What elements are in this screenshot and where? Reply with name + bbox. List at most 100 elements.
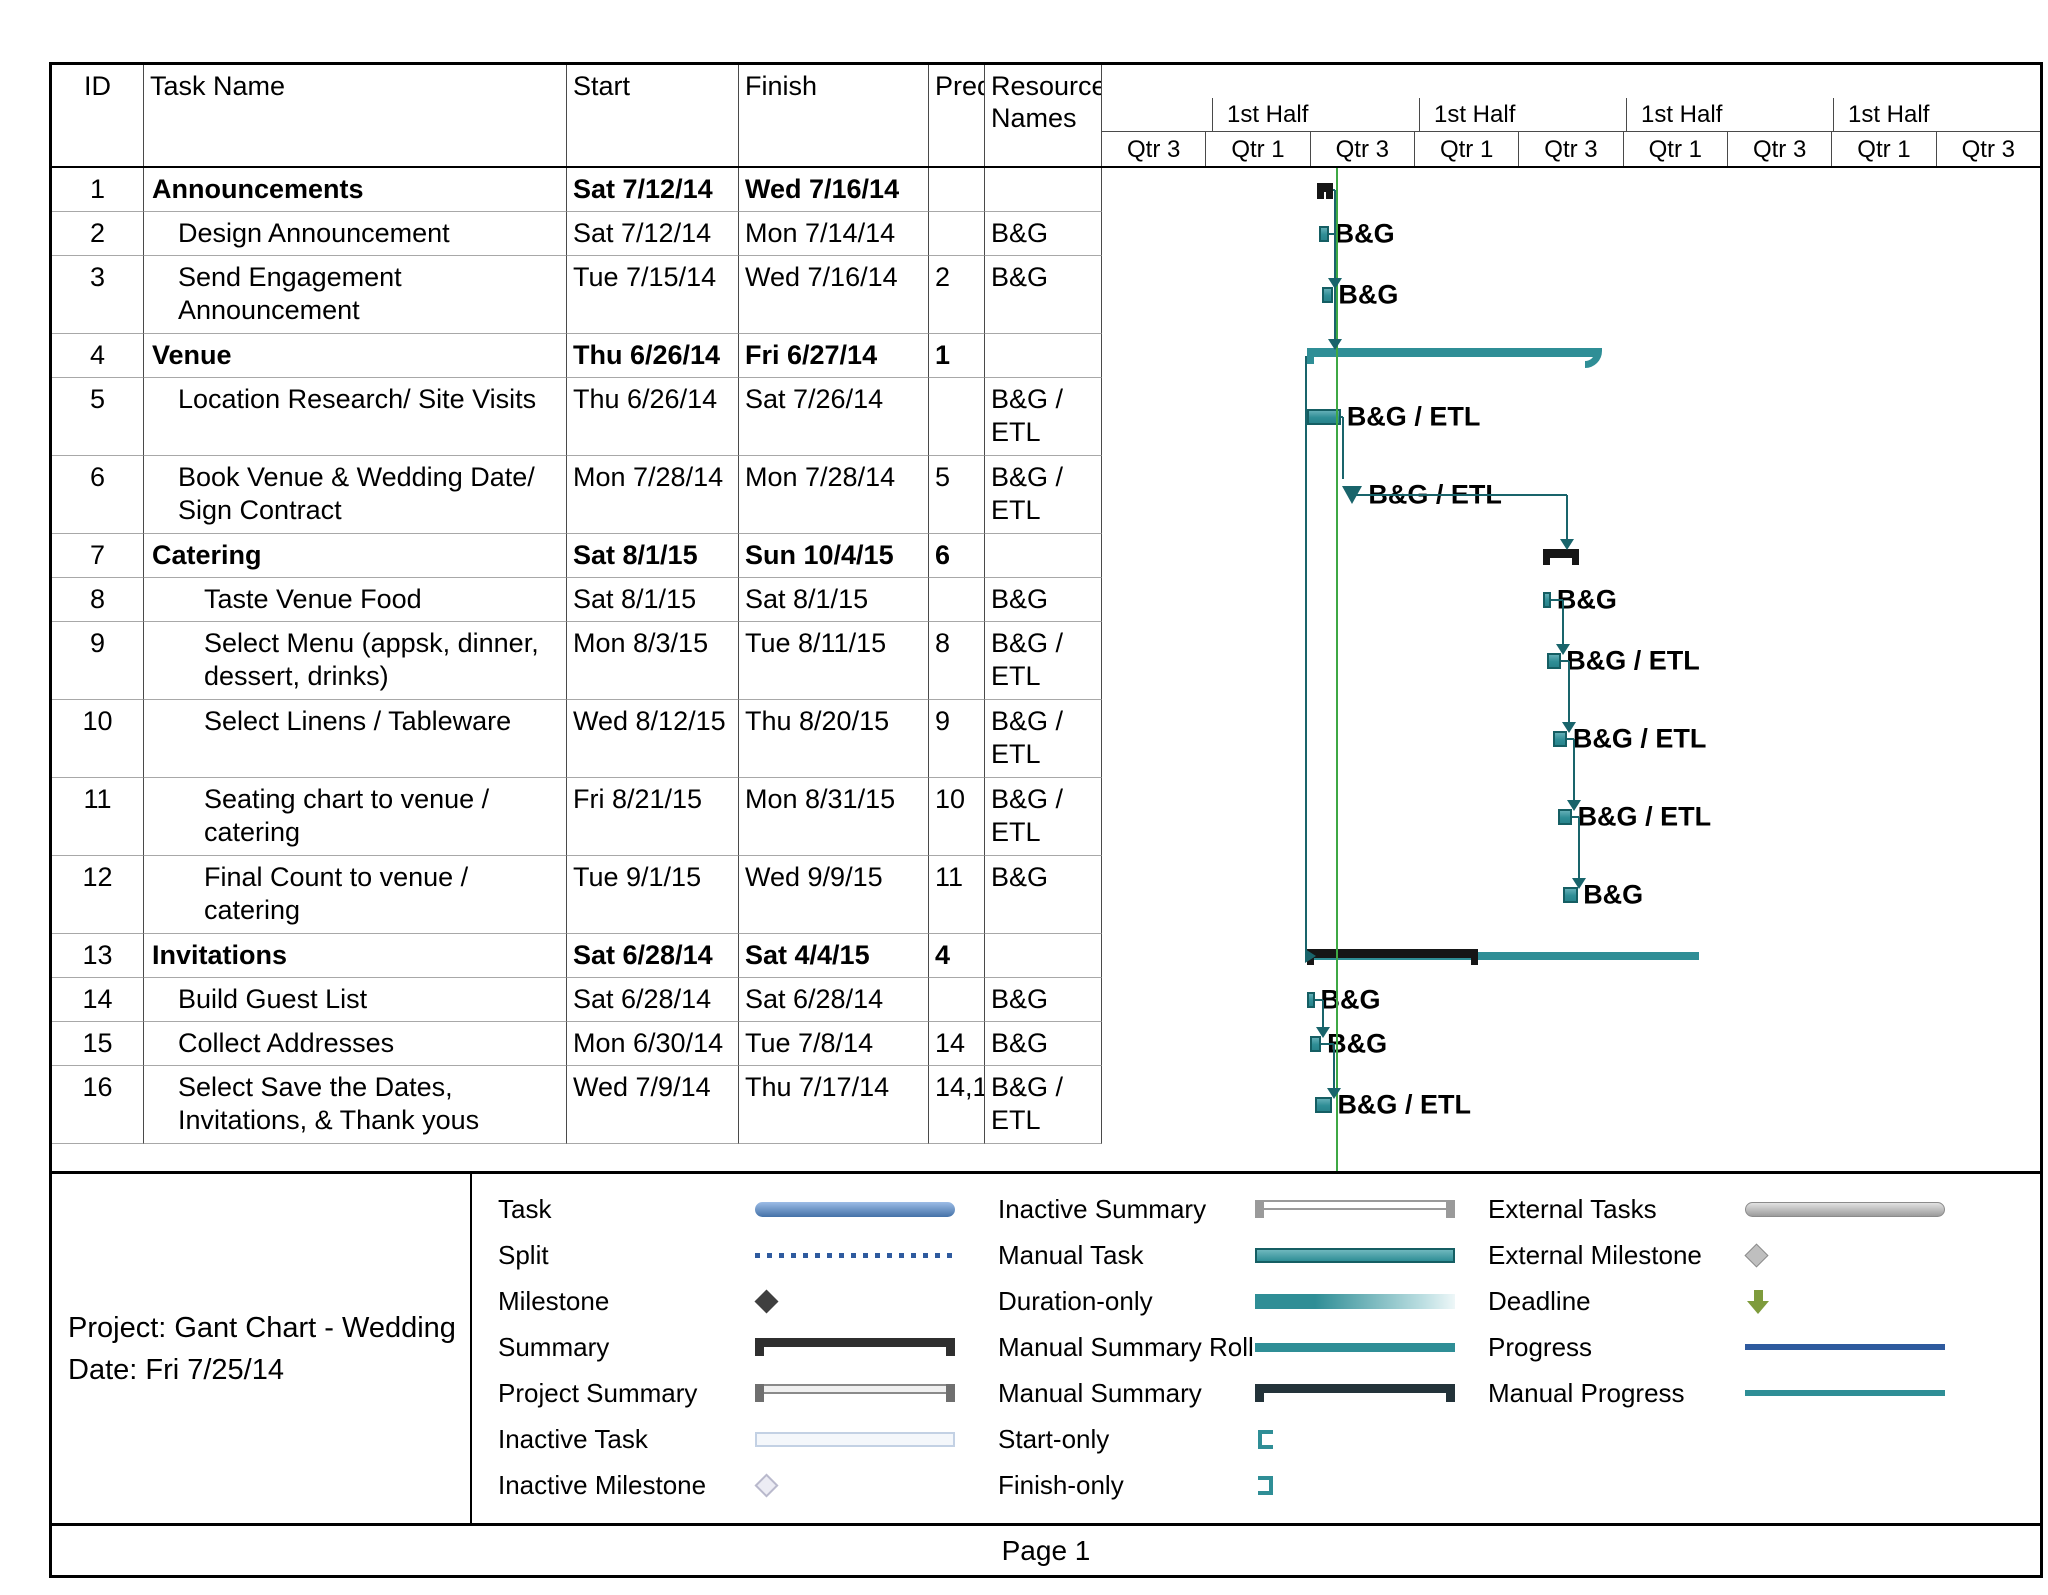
task-start: Mon 6/30/14 — [567, 1022, 739, 1066]
task-row: 3 Send Engagement Announcement Tue 7/15/14… — [52, 256, 2040, 334]
legend-label: External Tasks — [1488, 1193, 1657, 1224]
legend-label: Manual Summary — [998, 1377, 1202, 1408]
gantt-row-canvas: B&G — [1102, 212, 2040, 256]
task-finish: Sat 7/26/14 — [739, 378, 929, 456]
task-finish: Mon 8/31/15 — [739, 778, 929, 856]
task-row: 9 Select Menu (appsk, dinner, dessert, dr… — [52, 622, 2040, 700]
legend-label: Inactive Summary — [998, 1193, 1207, 1224]
gantt-row-canvas: B&G — [1102, 978, 2040, 1022]
gantt-row-canvas: B&G / ETL — [1102, 622, 2040, 700]
legend-label: Summary — [498, 1331, 610, 1362]
task-start: Sat 7/12/14 — [567, 168, 739, 212]
task-name: Select Save the Dates, Invitations, & Th… — [144, 1066, 567, 1144]
task-name: Send Engagement Announcement — [144, 256, 567, 334]
project-date: Date: Fri 7/25/14 — [68, 1353, 284, 1386]
bar-resource-label: B&G — [1556, 584, 1617, 615]
timeline-quarter-label: Qtr 3 — [1726, 132, 1831, 166]
legend-swatch-bar-teal-thin — [1255, 1327, 1460, 1367]
legend-swatch-cap-finish — [1255, 1465, 1460, 1505]
legend-item: Task — [480, 1186, 980, 1232]
timeline-half-year-row: 1st Half 1st Half 1st Half 1st Half — [1102, 98, 2040, 131]
timeline-quarter-label: Qtr 3 — [1309, 132, 1414, 166]
gantt-row-canvas — [1102, 168, 2040, 212]
task-start: Sat 8/1/15 — [567, 534, 739, 578]
legend-item: Progress — [1470, 1324, 2040, 1370]
project-title: Project: Gant Chart - Wedding — [68, 1311, 456, 1344]
task-start: Wed 7/9/14 — [567, 1066, 739, 1144]
gantt-row-canvas — [1102, 334, 2040, 378]
gantt-row-canvas: B&G / ETL — [1102, 1066, 2040, 1144]
gantt-row-canvas — [1102, 934, 2040, 978]
task-id: 8 — [52, 578, 144, 622]
gantt-row-canvas: B&G — [1102, 1022, 2040, 1066]
task-predecessors: 2 — [929, 256, 985, 334]
task-resources: B&G / ETL — [985, 700, 1102, 778]
task-finish: Wed 7/16/14 — [739, 168, 929, 212]
task-id: 6 — [52, 456, 144, 534]
legend-item: Start-only — [980, 1416, 1470, 1462]
column-header-start: Start — [567, 65, 739, 166]
timeline-quarter-label: Qtr 1 — [1205, 132, 1309, 166]
task-finish: Mon 7/28/14 — [739, 456, 929, 534]
legend-item: Manual Progress — [1470, 1370, 2040, 1416]
task-name: Taste Venue Food — [144, 578, 567, 622]
task-resources — [985, 334, 1102, 378]
legend-swatch-bracket-dark — [755, 1327, 960, 1367]
legend-label: Duration-only — [998, 1285, 1153, 1316]
column-header-predecessors: Prede — [929, 65, 985, 166]
legend-column: Task Split Milestone Summary Project Summary… — [480, 1186, 980, 1523]
legend-label: Inactive Task — [498, 1423, 648, 1454]
gantt-bar-task — [1546, 653, 1561, 669]
task-row: 4 Venue Thu 6/26/14 Fri 6/27/14 1 — [52, 334, 2040, 378]
task-predecessors — [929, 578, 985, 622]
timeline-half-label: 1st Half — [1833, 98, 2040, 131]
gantt-body: 1 Announcements Sat 7/12/14 Wed 7/16/14 2 Des… — [52, 168, 2040, 1171]
gantt-bar-task — [1322, 287, 1333, 303]
gantt-bar-summary — [1316, 183, 1333, 199]
task-predecessors — [929, 212, 985, 256]
bar-resource-label: B&G / ETL — [1577, 801, 1712, 832]
legend-item: Duration-only — [980, 1278, 1470, 1324]
task-predecessors: 6 — [929, 534, 985, 578]
legend-swatch-bar-teal-fade — [1255, 1281, 1460, 1321]
gantt-sheet: ID Task Name Start Finish Prede Resource… — [49, 62, 2043, 1578]
task-id: 3 — [52, 256, 144, 334]
gantt-row-canvas: B&G / ETL — [1102, 378, 2040, 456]
legend-item: Inactive Task — [480, 1416, 980, 1462]
legend-item: Manual Summary — [980, 1370, 1470, 1416]
legend-item: Deadline — [1470, 1278, 2040, 1324]
task-name: Invitations — [144, 934, 567, 978]
task-row: 10 Select Linens / Tableware Wed 8/12/15 Th… — [52, 700, 2040, 778]
task-predecessors — [929, 978, 985, 1022]
legend-swatch-bracket-gray — [1255, 1189, 1460, 1229]
task-name: Seating chart to venue / catering — [144, 778, 567, 856]
task-finish: Fri 6/27/14 — [739, 334, 929, 378]
task-name: Catering — [144, 534, 567, 578]
gantt-row-canvas: B&G / ETL — [1102, 456, 2040, 534]
legend-swatch-cap-start — [1255, 1419, 1460, 1459]
gantt-bar-task — [1563, 887, 1578, 903]
gantt-bar-manual-summary — [1307, 348, 1603, 368]
task-name: Select Menu (appsk, dinner, dessert, dri… — [144, 622, 567, 700]
task-row: 11 Seating chart to venue / catering Fri 8… — [52, 778, 2040, 856]
legend-swatch-diamond-light — [755, 1465, 960, 1505]
task-start: Sat 8/1/15 — [567, 578, 739, 622]
legend-label: Deadline — [1488, 1285, 1591, 1316]
bar-resource-label: B&G / ETL — [1346, 401, 1481, 432]
legend-item: External Milestone — [1470, 1232, 2040, 1278]
bar-resource-label: B&G — [1327, 1028, 1388, 1059]
task-finish: Sun 10/4/15 — [739, 534, 929, 578]
legend-label: Finish-only — [998, 1469, 1124, 1500]
bar-resource-label: B&G — [1583, 879, 1644, 910]
legend-item: Manual Summary Rollup — [980, 1324, 1470, 1370]
task-name: Location Research/ Site Visits — [144, 378, 567, 456]
task-finish: Sat 8/1/15 — [739, 578, 929, 622]
task-start: Wed 8/12/15 — [567, 700, 739, 778]
task-resources: B&G — [985, 578, 1102, 622]
legend-item: Inactive Milestone — [480, 1462, 980, 1508]
task-predecessors — [929, 168, 985, 212]
legend-item: Summary — [480, 1324, 980, 1370]
task-start: Mon 8/3/15 — [567, 622, 739, 700]
task-start: Sat 7/12/14 — [567, 212, 739, 256]
gantt-bar-task — [1553, 731, 1568, 747]
